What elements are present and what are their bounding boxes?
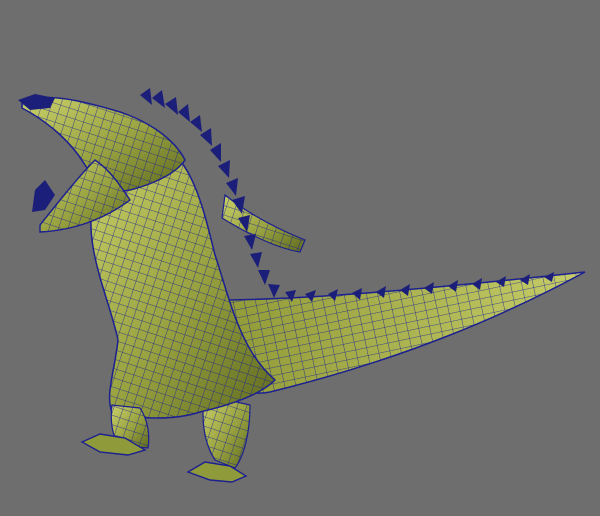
3d-viewport[interactable] xyxy=(0,0,600,516)
viewport-canvas[interactable] xyxy=(0,0,600,516)
arm-mesh[interactable] xyxy=(221,193,306,253)
front-leg[interactable] xyxy=(80,404,150,456)
crocodile-model[interactable] xyxy=(18,88,586,483)
